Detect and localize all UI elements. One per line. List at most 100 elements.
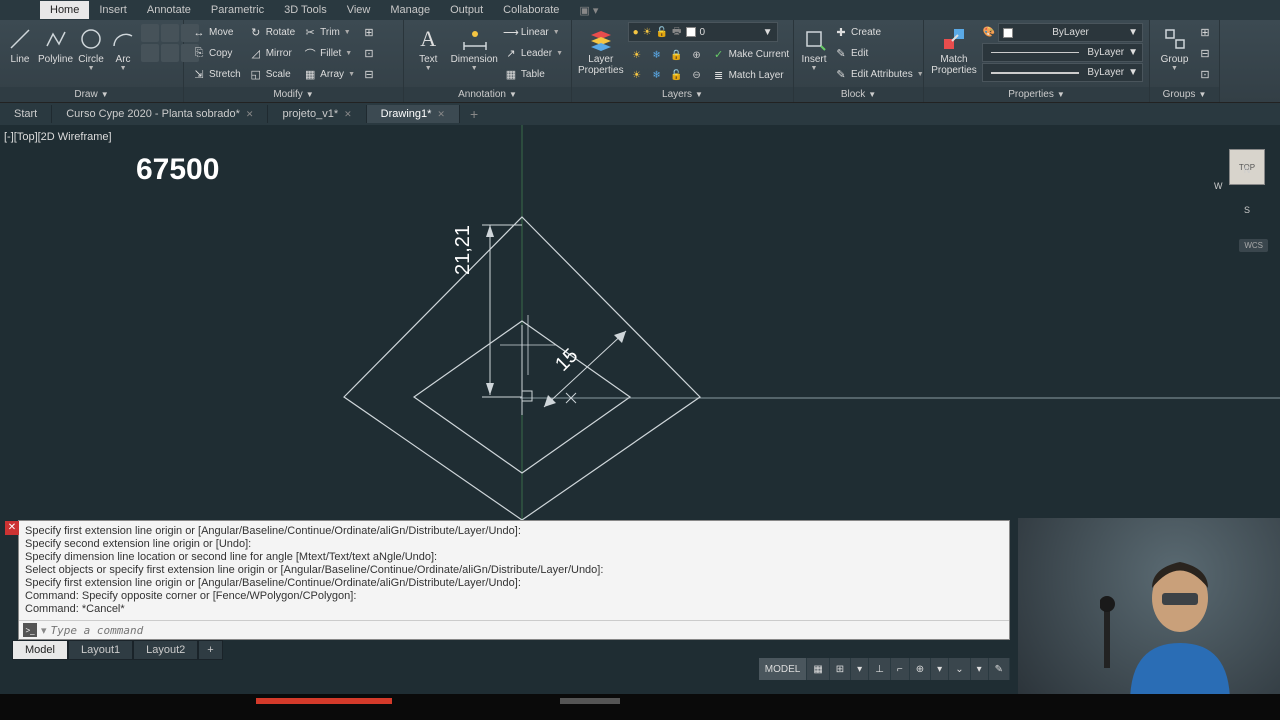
layer-tool-3[interactable]: 🔒 — [668, 46, 686, 64]
command-input[interactable] — [51, 624, 1005, 637]
menu-tab-parametric[interactable]: Parametric — [201, 1, 274, 19]
tool-leader[interactable]: ↗Leader▼ — [502, 43, 565, 64]
prop-color[interactable]: ByLayer▼ — [998, 23, 1143, 42]
status-snap[interactable]: ⊞ — [830, 658, 851, 680]
tool-stretch[interactable]: ⇲Stretch — [190, 64, 243, 85]
menu-tab-view[interactable]: View — [337, 1, 381, 19]
layer-tool-5[interactable]: ☀ — [628, 66, 646, 84]
tool-rotate[interactable]: ↻Rotate — [247, 22, 297, 43]
tool-fillet[interactable]: ⌒Fillet▼ — [301, 43, 357, 64]
status-ortho[interactable]: ⊥ — [869, 658, 891, 680]
drawing-canvas[interactable]: [-][Top][2D Wireframe] 67500 21,21 15 N — [0, 125, 1280, 520]
tool-line[interactable]: Line — [6, 22, 34, 65]
layer-dropdown[interactable]: ● ☀ 🔓 🖶 0 ▼ — [628, 22, 778, 42]
tool-copy[interactable]: ⎘Copy — [190, 43, 243, 64]
menu-tab-manage[interactable]: Manage — [380, 1, 440, 19]
wcs-badge[interactable]: WCS — [1239, 239, 1268, 252]
status-anno[interactable]: ✎ — [989, 658, 1010, 680]
panel-block: Insert ▼ ✚Create ✎Edit ✎Edit Attributes▼… — [794, 20, 924, 102]
tool-match-properties[interactable]: Match Properties — [930, 22, 978, 76]
panel-modify: ↔Move ⎘Copy ⇲Stretch ↻Rotate ◿Mirror ◱Sc… — [184, 20, 404, 102]
menu-extras[interactable]: ▣ ▾ — [579, 4, 598, 17]
tool-scale[interactable]: ◱Scale — [247, 64, 297, 85]
tool-arc[interactable]: Arc ▼ — [109, 22, 137, 72]
tool-create-block[interactable]: ✚Create — [832, 22, 926, 43]
viewcube[interactable]: N W TOP S — [1220, 133, 1274, 203]
menu-tab-annotate[interactable]: Annotate — [137, 1, 201, 19]
close-icon[interactable]: ✕ — [344, 109, 352, 120]
menu-tab-home[interactable]: Home — [40, 1, 89, 19]
command-window-close[interactable]: ✕ — [5, 521, 19, 535]
status-polar[interactable]: ⌐ — [891, 658, 910, 680]
menu-tab-insert[interactable]: Insert — [89, 1, 137, 19]
group-small-2[interactable]: ⊟ — [1197, 43, 1213, 64]
panel-modify-label[interactable]: Modify▼ — [184, 87, 403, 102]
file-tab-add[interactable]: + — [460, 106, 488, 122]
file-tab-2[interactable]: projeto_v1*✕ — [268, 105, 366, 123]
status-model[interactable]: MODEL — [759, 658, 808, 680]
layer-tool-4[interactable]: ⊕ — [688, 46, 706, 64]
tool-mirror[interactable]: ◿Mirror — [247, 43, 297, 64]
panel-block-label[interactable]: Block▼ — [794, 87, 923, 102]
menu-tab-output[interactable]: Output — [440, 1, 493, 19]
draw-small-1[interactable] — [141, 24, 159, 42]
modify-extra-1[interactable]: ⊞ — [361, 22, 377, 43]
modify-extra-2[interactable]: ⊡ — [361, 43, 377, 64]
tool-edit-attributes[interactable]: ✎Edit Attributes▼ — [832, 64, 926, 85]
status-dd1[interactable]: ▾ — [851, 658, 869, 680]
file-tab-1[interactable]: Curso Cype 2020 - Planta sobrado*✕ — [52, 105, 268, 123]
file-tab-3[interactable]: Drawing1*✕ — [367, 105, 460, 123]
layout-tab-model[interactable]: Model — [12, 640, 68, 660]
draw-small-2[interactable] — [161, 24, 179, 42]
layout-tab-1[interactable]: Layout1 — [68, 640, 133, 660]
layer-tool-6[interactable]: ❄ — [648, 66, 666, 84]
draw-small-4[interactable] — [141, 44, 159, 62]
layer-tool-8[interactable]: ⊖ — [688, 66, 706, 84]
arc-icon — [109, 25, 137, 53]
panel-annotation-label[interactable]: Annotation▼ — [404, 87, 571, 102]
tool-trim[interactable]: ✂Trim▼ — [301, 22, 357, 43]
status-dd4[interactable]: ▾ — [971, 658, 989, 680]
panel-groups-label[interactable]: Groups▼ — [1150, 87, 1219, 102]
tool-polyline[interactable]: Polyline — [38, 22, 73, 65]
group-small-1[interactable]: ⊞ — [1197, 22, 1213, 43]
menu-tab-3dtools[interactable]: 3D Tools — [274, 1, 337, 19]
layout-tab-2[interactable]: Layout2 — [133, 640, 198, 660]
tool-table[interactable]: ▦Table — [502, 64, 565, 85]
group-small-3[interactable]: ⊡ — [1197, 64, 1213, 85]
tool-array[interactable]: ▦Array▼ — [301, 64, 357, 85]
draw-small-5[interactable] — [161, 44, 179, 62]
status-osnap[interactable]: ⊕ — [910, 658, 931, 680]
layout-tab-add[interactable]: + — [198, 640, 222, 660]
status-dd2[interactable]: ▾ — [931, 658, 949, 680]
status-dd3[interactable]: ⌄ — [949, 658, 970, 680]
prop-linetype[interactable]: ByLayer▼ — [982, 43, 1143, 62]
color-wheel-icon[interactable]: 🎨 — [982, 23, 996, 42]
panel-layers-label[interactable]: Layers▼ — [572, 87, 793, 102]
modify-extra-3[interactable]: ⊟ — [361, 64, 377, 85]
tool-edit-block[interactable]: ✎Edit — [832, 43, 926, 64]
tool-dimension[interactable]: Dimension ▼ — [450, 22, 497, 72]
status-grid[interactable]: ▦ — [807, 658, 829, 680]
tool-match-layer[interactable]: ≣Match Layer — [710, 65, 792, 86]
layer-tool-1[interactable]: ☀ — [628, 46, 646, 64]
tool-layer-properties[interactable]: Layer Properties — [578, 22, 624, 76]
file-tab-start[interactable]: Start — [0, 105, 52, 123]
close-icon[interactable]: ✕ — [246, 109, 254, 120]
layer-tool-2[interactable]: ❄ — [648, 46, 666, 64]
tool-group[interactable]: Group ▼ — [1156, 22, 1193, 72]
dimension-text-vertical: 21,21 — [452, 225, 475, 275]
tool-circle[interactable]: Circle ▼ — [77, 22, 105, 72]
panel-properties-label[interactable]: Properties▼ — [924, 87, 1149, 102]
tool-move[interactable]: ↔Move — [190, 22, 243, 43]
tool-make-current[interactable]: ✓Make Current — [710, 44, 792, 65]
menu-tab-collaborate[interactable]: Collaborate — [493, 1, 569, 19]
tool-insert[interactable]: Insert ▼ — [800, 22, 828, 72]
tool-text[interactable]: A Text ▼ — [410, 22, 446, 72]
layer-tool-7[interactable]: 🔓 — [668, 66, 686, 84]
close-icon[interactable]: ✕ — [437, 109, 445, 120]
panel-draw-label[interactable]: Draw▼ — [0, 87, 183, 102]
tool-linear[interactable]: ⟶Linear▼ — [502, 22, 565, 43]
leader-icon: ↗ — [504, 47, 518, 61]
prop-lineweight[interactable]: ByLayer▼ — [982, 63, 1143, 82]
